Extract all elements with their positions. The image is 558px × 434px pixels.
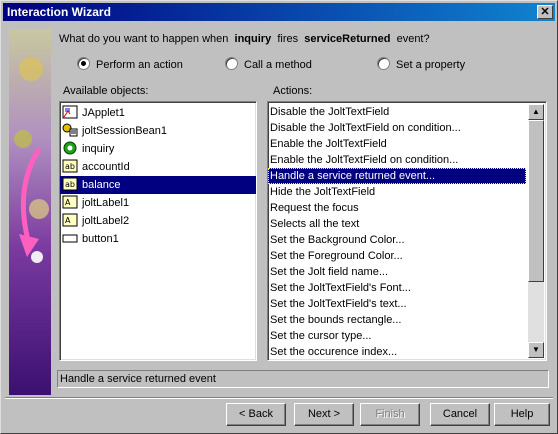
title-bar[interactable]: Interaction Wizard ✕ [3, 3, 555, 21]
option-label: Call a method [244, 59, 312, 71]
wizard-graphic [9, 29, 51, 395]
object-item[interactable]: joltSessionBean1 [60, 122, 256, 140]
objects-list[interactable]: JApplet1 joltSessionBean1 inquiry ab account… [59, 101, 257, 361]
applet-icon [62, 105, 78, 119]
object-item[interactable]: ab balance [60, 176, 256, 194]
object-item[interactable]: ab accountId [60, 158, 256, 176]
back-button[interactable]: < Back [226, 403, 286, 426]
service-bean-icon [62, 141, 78, 155]
option-label: Perform an action [96, 59, 183, 71]
next-button[interactable]: Next > [294, 403, 354, 426]
object-item[interactable]: AjoltLabel1 [60, 194, 256, 212]
session-bean-icon [62, 123, 78, 137]
question-middle: fires [277, 33, 299, 45]
object-label: joltLabel1 [82, 197, 130, 209]
action-item[interactable]: Hide the JoltTextField [268, 184, 526, 200]
question-suffix: event? [396, 33, 430, 45]
scroll-thumb[interactable] [528, 120, 544, 282]
action-item[interactable]: Set the Foreground Color... [268, 248, 526, 264]
objects-label: Available objects: [63, 85, 149, 97]
action-item[interactable]: Enable the JoltTextField [268, 136, 526, 152]
option-set-property[interactable]: Set a property [377, 57, 465, 71]
object-label: accountId [82, 161, 130, 173]
action-item[interactable]: Set the JoltTextField's Font... [268, 280, 526, 296]
action-item[interactable]: Set the cursor type... [268, 328, 526, 344]
object-item[interactable]: AjoltLabel2 [60, 212, 256, 230]
action-item[interactable]: Enable the JoltTextField on condition... [268, 152, 526, 168]
wizard-art-icon [9, 29, 51, 395]
action-item[interactable]: Request the focus [268, 200, 526, 216]
cancel-button[interactable]: Cancel [430, 403, 490, 426]
actions-label: Actions: [273, 85, 313, 97]
action-item[interactable]: Disable the JoltTextField [268, 104, 526, 120]
object-label: button1 [82, 233, 119, 245]
close-icon: ✕ [540, 6, 550, 18]
wizard-question: What do you want to happen when inquiry … [59, 33, 430, 45]
radio-icon[interactable] [377, 57, 390, 70]
question-object: inquiry [234, 33, 272, 45]
svg-text:ab: ab [65, 162, 75, 171]
label-icon: A [62, 213, 78, 227]
window-title: Interaction Wizard [7, 5, 111, 19]
finish-button[interactable]: Finish [360, 403, 420, 426]
svg-text:A: A [65, 198, 71, 207]
object-label: joltSessionBean1 [82, 125, 168, 137]
action-item[interactable]: Set the Background Color... [268, 232, 526, 248]
option-label: Set a property [396, 59, 466, 71]
close-button[interactable]: ✕ [537, 5, 553, 19]
svg-text:ab: ab [65, 180, 75, 189]
question-event: serviceReturned [304, 33, 391, 45]
action-item[interactable]: Set the Jolt field name... [268, 264, 526, 280]
action-item[interactable]: Handle a service returned event... [268, 168, 526, 184]
scroll-down-button[interactable]: ▼ [528, 342, 544, 358]
textfield-icon: ab [62, 159, 78, 173]
object-label: inquiry [82, 143, 115, 155]
arrow-up-icon: ▲ [532, 107, 540, 116]
object-item[interactable]: button1 [60, 230, 256, 248]
action-item[interactable]: Selects all the text [268, 216, 526, 232]
object-label: JApplet1 [82, 107, 125, 119]
divider [5, 397, 553, 399]
action-item[interactable]: Set the bounds rectangle... [268, 312, 526, 328]
help-button[interactable]: Help [494, 403, 550, 426]
action-item[interactable]: Disable the JoltTextField on condition..… [268, 120, 526, 136]
textfield-icon: ab [62, 177, 78, 191]
object-item[interactable]: JApplet1 [60, 104, 256, 122]
arrow-down-icon: ▼ [532, 345, 540, 354]
radio-selected-icon[interactable] [77, 57, 90, 70]
status-field: Handle a service returned event [57, 370, 549, 388]
option-perform-action[interactable]: Perform an action [77, 57, 183, 71]
question-prefix: What do you want to happen when [59, 33, 229, 45]
actions-scrollbar[interactable]: ▲ ▼ [528, 104, 544, 358]
option-call-method[interactable]: Call a method [225, 57, 312, 71]
svg-text:A: A [65, 216, 71, 225]
radio-icon[interactable] [225, 57, 238, 70]
wizard-window: Interaction Wizard ✕ What do you want to… [0, 0, 558, 434]
button-icon [62, 231, 78, 245]
scroll-up-button[interactable]: ▲ [528, 104, 544, 120]
actions-list[interactable]: Disable the JoltTextField Disable the Jol… [267, 101, 547, 361]
object-label: joltLabel2 [82, 215, 130, 227]
label-icon: A [62, 195, 78, 209]
object-item[interactable]: inquiry [60, 140, 256, 158]
object-label: balance [82, 179, 121, 191]
action-item[interactable]: Set the occurence index... [268, 344, 526, 360]
action-item[interactable]: Set the JoltTextField's text... [268, 296, 526, 312]
